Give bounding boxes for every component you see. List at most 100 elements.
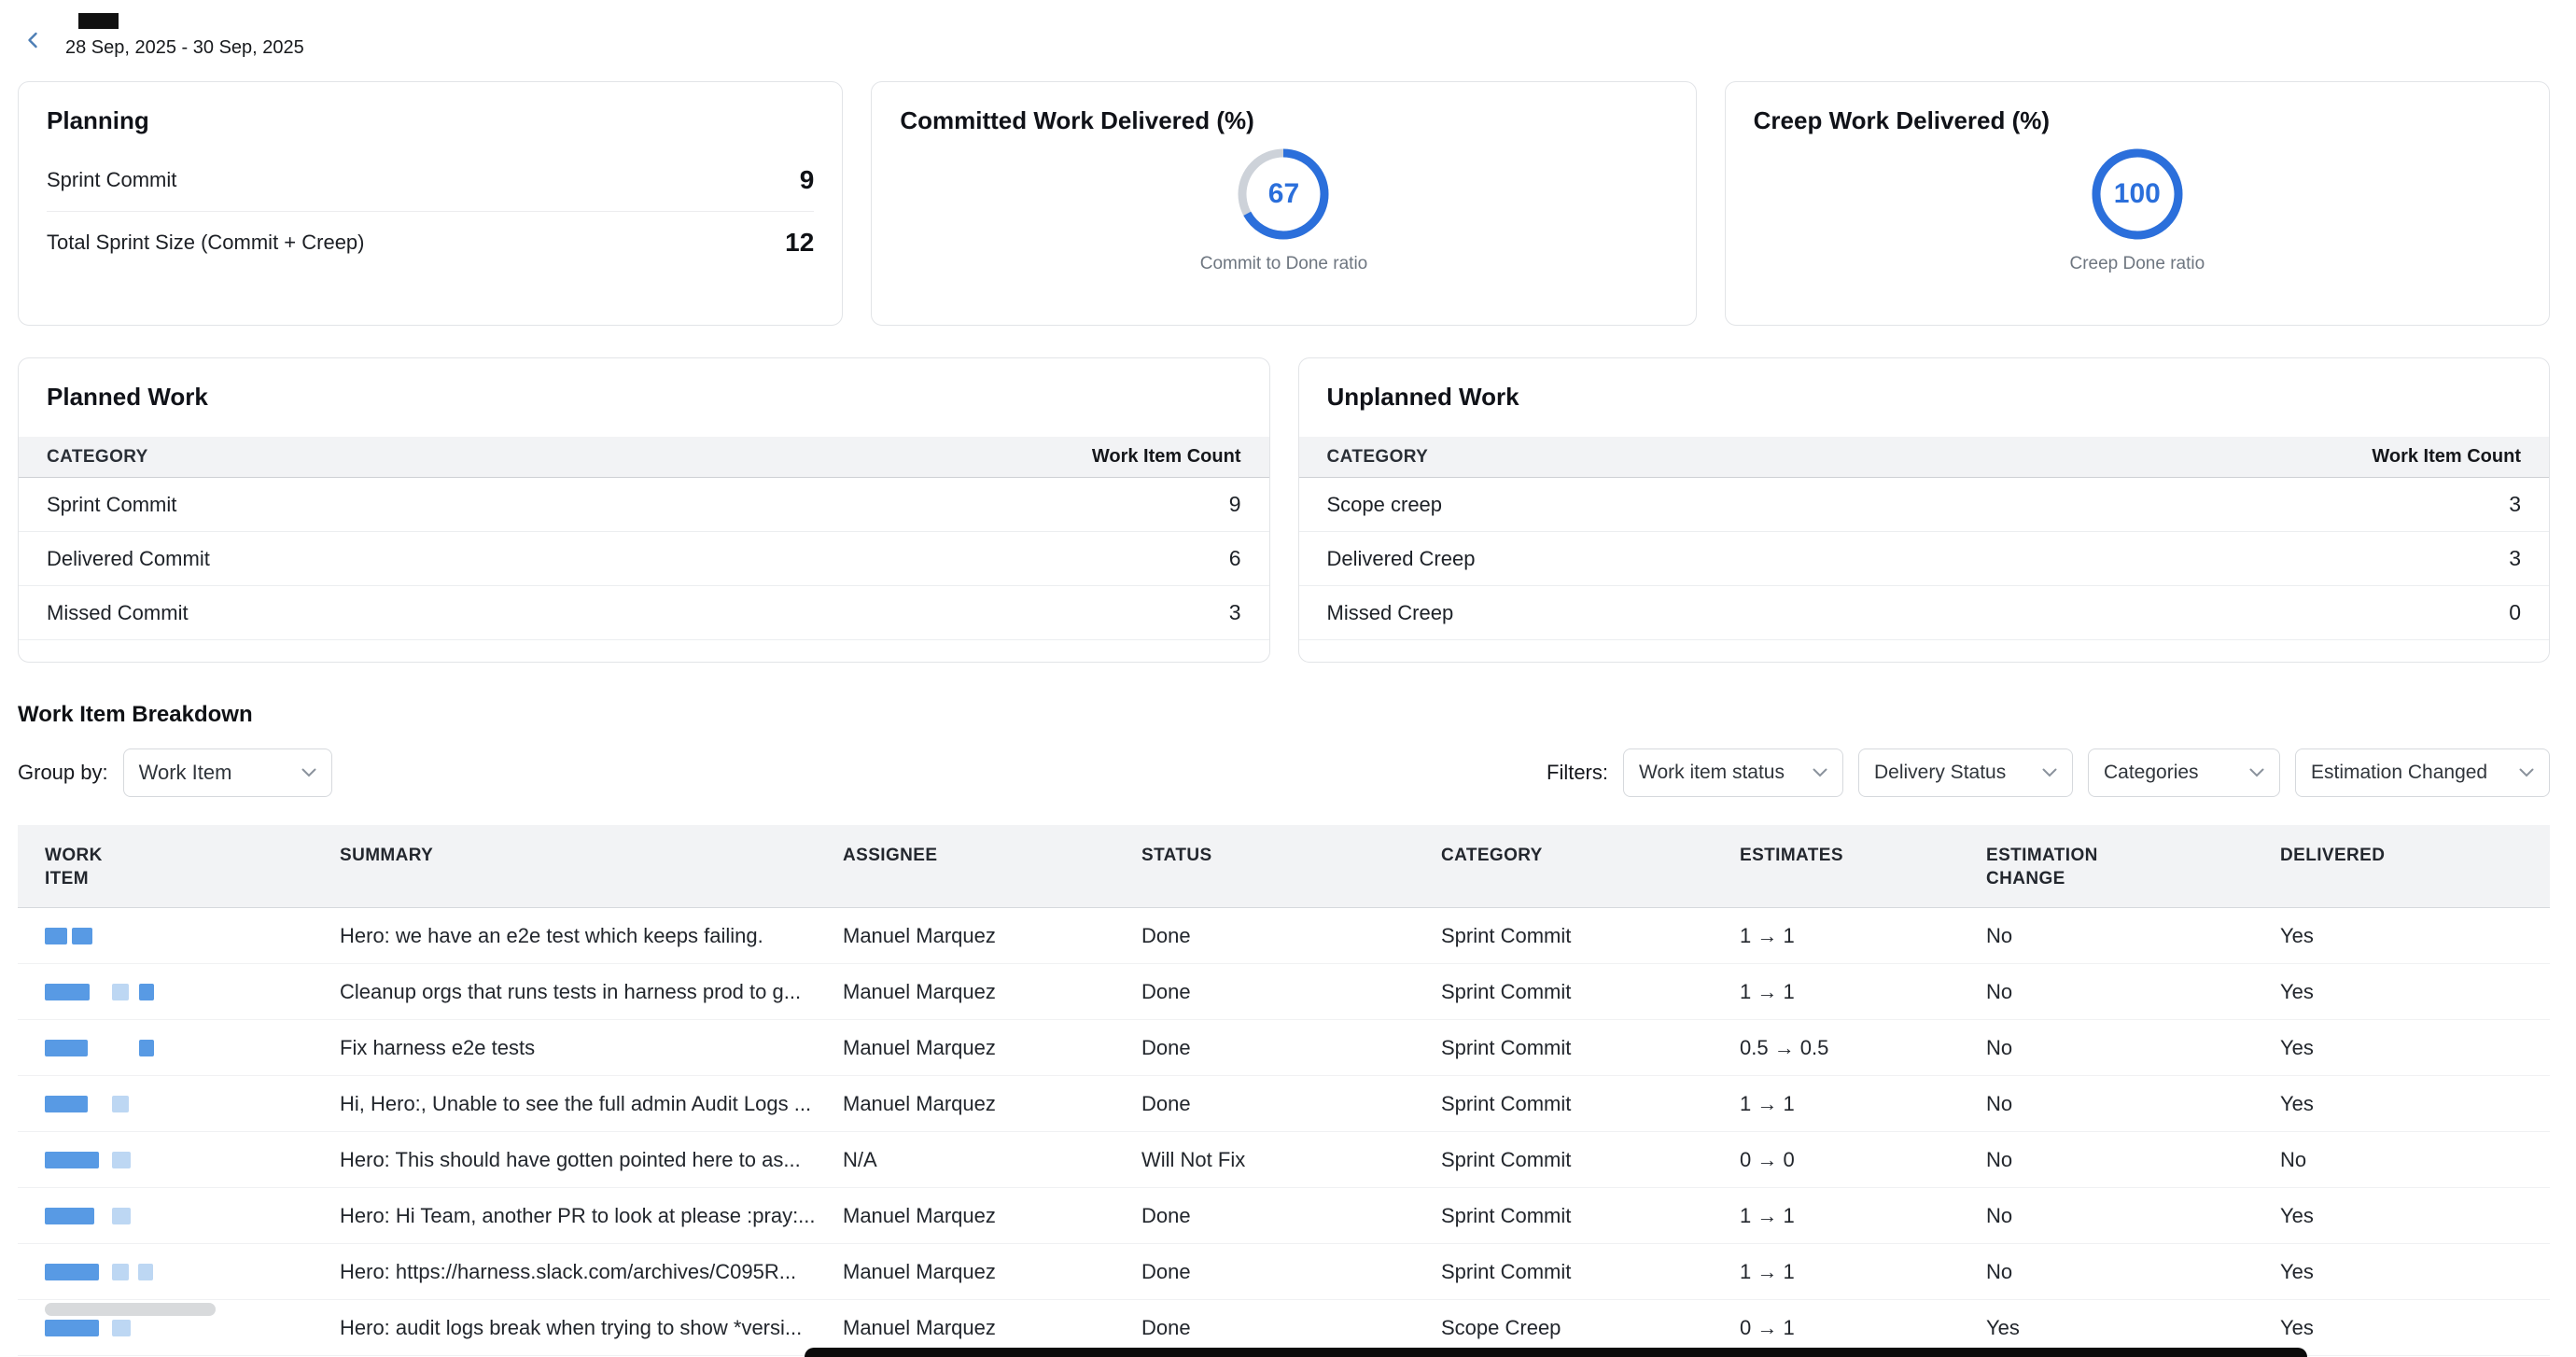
- sprint-report-page: 28 Sep, 2025 - 30 Sep, 2025 Planning Spr…: [0, 0, 2576, 1356]
- unplanned-work-card: Unplanned Work CATEGORY Work Item Count …: [1298, 357, 2551, 663]
- filters-label: Filters:: [1547, 761, 1608, 785]
- chevron-down-icon: [1813, 768, 1827, 777]
- chevron-down-icon: [2249, 768, 2264, 777]
- filter-categories-dropdown[interactable]: Categories: [2088, 748, 2280, 797]
- cell-work-item: [45, 908, 340, 963]
- column-header-count: Work Item Count: [2372, 446, 2521, 468]
- cell-summary: Fix harness e2e tests: [340, 1036, 843, 1060]
- cell-category: Sprint Commit: [1441, 924, 1740, 948]
- column-header-summary: SUMMARY: [340, 844, 843, 867]
- cell-delivered: Yes: [2280, 980, 2550, 1004]
- back-button[interactable]: [22, 28, 50, 57]
- cell-summary: Hero: audit logs break when trying to sh…: [340, 1316, 843, 1340]
- filters-bar: Filters: Work item status Delivery Statu…: [1547, 748, 2550, 797]
- stat-label: Sprint Commit: [47, 168, 176, 192]
- count-value: 9: [1229, 492, 1241, 517]
- cell-work-item: [45, 1076, 340, 1131]
- summary-cards: Planning Sprint Commit 9 Total Sprint Si…: [18, 81, 2550, 326]
- group-by-value: Work Item: [139, 761, 232, 785]
- cell-estimation-change: No: [1986, 1036, 2280, 1060]
- cell-category: Sprint Commit: [1441, 1036, 1740, 1060]
- cell-estimates: 1 → 1: [1740, 980, 1986, 1004]
- card-title: Planning: [47, 106, 814, 134]
- committed-work-card: Committed Work Delivered (%) 67 Commit t…: [871, 81, 1696, 326]
- cell-estimation-change: No: [1986, 1148, 2280, 1172]
- scrollbar-thumb[interactable]: [45, 1303, 216, 1316]
- cell-delivered: Yes: [2280, 1092, 2550, 1116]
- cell-estimation-change: No: [1986, 1204, 2280, 1228]
- creep-gauge: 100: [2091, 147, 2184, 241]
- cell-status: Done: [1141, 924, 1441, 948]
- cell-status: Done: [1141, 980, 1441, 1004]
- cell-status: Done: [1141, 1036, 1441, 1060]
- redacted-work-item-id: [72, 928, 92, 944]
- cell-estimation-change: No: [1986, 1092, 2280, 1116]
- cell-summary: Hero: we have an e2e test which keeps fa…: [340, 924, 843, 948]
- table-row[interactable]: Hero: Hi Team, another PR to look at ple…: [18, 1188, 2550, 1244]
- redacted-work-item-id: [45, 1096, 88, 1112]
- table-row: Missed Commit 3: [19, 586, 1269, 640]
- work-tables: Planned Work CATEGORY Work Item Count Sp…: [18, 357, 2550, 663]
- column-header-delivered: DELIVERED: [2280, 844, 2550, 867]
- group-by-label: Group by:: [18, 761, 108, 785]
- table-row[interactable]: Hero: we have an e2e test which keeps fa…: [18, 908, 2550, 964]
- card-title: Committed Work Delivered (%): [900, 106, 1667, 134]
- redacted-work-item-id: [138, 1264, 153, 1280]
- cell-category: Sprint Commit: [1441, 1204, 1740, 1228]
- table-row: Sprint Commit 9: [19, 478, 1269, 532]
- count-value: 3: [2509, 492, 2521, 517]
- breakdown-table-body: Hero: we have an e2e test which keeps fa…: [18, 908, 2550, 1356]
- column-header-work-item: WORK ITEM: [45, 844, 119, 890]
- redacted-work-item-id: [45, 984, 90, 1000]
- count-value: 6: [1229, 546, 1241, 571]
- redacted-work-item-id: [45, 928, 67, 944]
- cell-estimates: 1 → 1: [1740, 1204, 1986, 1228]
- cell-assignee: Manuel Marquez: [843, 1260, 1141, 1284]
- cell-assignee: Manuel Marquez: [843, 1092, 1141, 1116]
- table-row[interactable]: Hero: This should have gotten pointed he…: [18, 1132, 2550, 1188]
- stat-value: 12: [785, 228, 814, 258]
- table-row[interactable]: Hi, Hero:, Unable to see the full admin …: [18, 1076, 2550, 1132]
- cell-estimation-change: No: [1986, 924, 2280, 948]
- card-title: Creep Work Delivered (%): [1754, 106, 2521, 134]
- column-header-category: CATEGORY: [1441, 844, 1740, 867]
- cell-assignee: N/A: [843, 1148, 1141, 1172]
- planning-stats: Sprint Commit 9 Total Sprint Size (Commi…: [47, 149, 814, 273]
- group-by-dropdown[interactable]: Work Item: [123, 748, 332, 797]
- table-row[interactable]: Cleanup orgs that runs tests in harness …: [18, 964, 2550, 1020]
- gauge-value: 100: [2091, 147, 2184, 241]
- table-row[interactable]: Hero: https://harness.slack.com/archives…: [18, 1244, 2550, 1300]
- cell-summary: Hero: Hi Team, another PR to look at ple…: [340, 1204, 843, 1228]
- cell-assignee: Manuel Marquez: [843, 1316, 1141, 1340]
- redacted-work-item-id: [112, 1208, 131, 1224]
- cell-estimation-change: Yes: [1986, 1316, 2280, 1340]
- column-header-assignee: ASSIGNEE: [843, 844, 1141, 867]
- stat-label: Total Sprint Size (Commit + Creep): [47, 231, 365, 255]
- column-header-count: Work Item Count: [1092, 446, 1241, 468]
- redacted-work-item-id: [112, 984, 129, 1000]
- cell-category: Sprint Commit: [1441, 1092, 1740, 1116]
- cell-category: Sprint Commit: [1441, 1260, 1740, 1284]
- card-title: Unplanned Work: [1299, 383, 2550, 411]
- redacted-work-item-id: [45, 1040, 88, 1056]
- cell-category: Sprint Commit: [1441, 980, 1740, 1004]
- table-row[interactable]: Fix harness e2e testsManuel MarquezDoneS…: [18, 1020, 2550, 1076]
- redacted-work-item-id: [112, 1096, 129, 1112]
- cell-summary: Hero: https://harness.slack.com/archives…: [340, 1260, 843, 1284]
- cell-category: Scope Creep: [1441, 1316, 1740, 1340]
- category-label: Scope creep: [1327, 493, 1443, 517]
- cell-estimates: 1 → 1: [1740, 924, 1986, 948]
- filter-estimation-changed-dropdown[interactable]: Estimation Changed: [2295, 748, 2550, 797]
- cell-delivered: Yes: [2280, 1036, 2550, 1060]
- filter-work-item-status-dropdown[interactable]: Work item status: [1623, 748, 1843, 797]
- gauge-caption: Commit to Done ratio: [1200, 254, 1368, 274]
- table-row: Delivered Creep 3: [1299, 532, 2550, 586]
- planned-work-card: Planned Work CATEGORY Work Item Count Sp…: [18, 357, 1270, 663]
- filter-delivery-status-dropdown[interactable]: Delivery Status: [1858, 748, 2073, 797]
- category-label: Delivered Commit: [47, 547, 210, 571]
- filter-label: Estimation Changed: [2311, 762, 2487, 784]
- cell-status: Will Not Fix: [1141, 1148, 1441, 1172]
- filter-label: Work item status: [1639, 762, 1785, 784]
- breakdown-table-header: WORK ITEM SUMMARY ASSIGNEE STATUS CATEGO…: [18, 825, 2550, 908]
- planning-card: Planning Sprint Commit 9 Total Sprint Si…: [18, 81, 843, 326]
